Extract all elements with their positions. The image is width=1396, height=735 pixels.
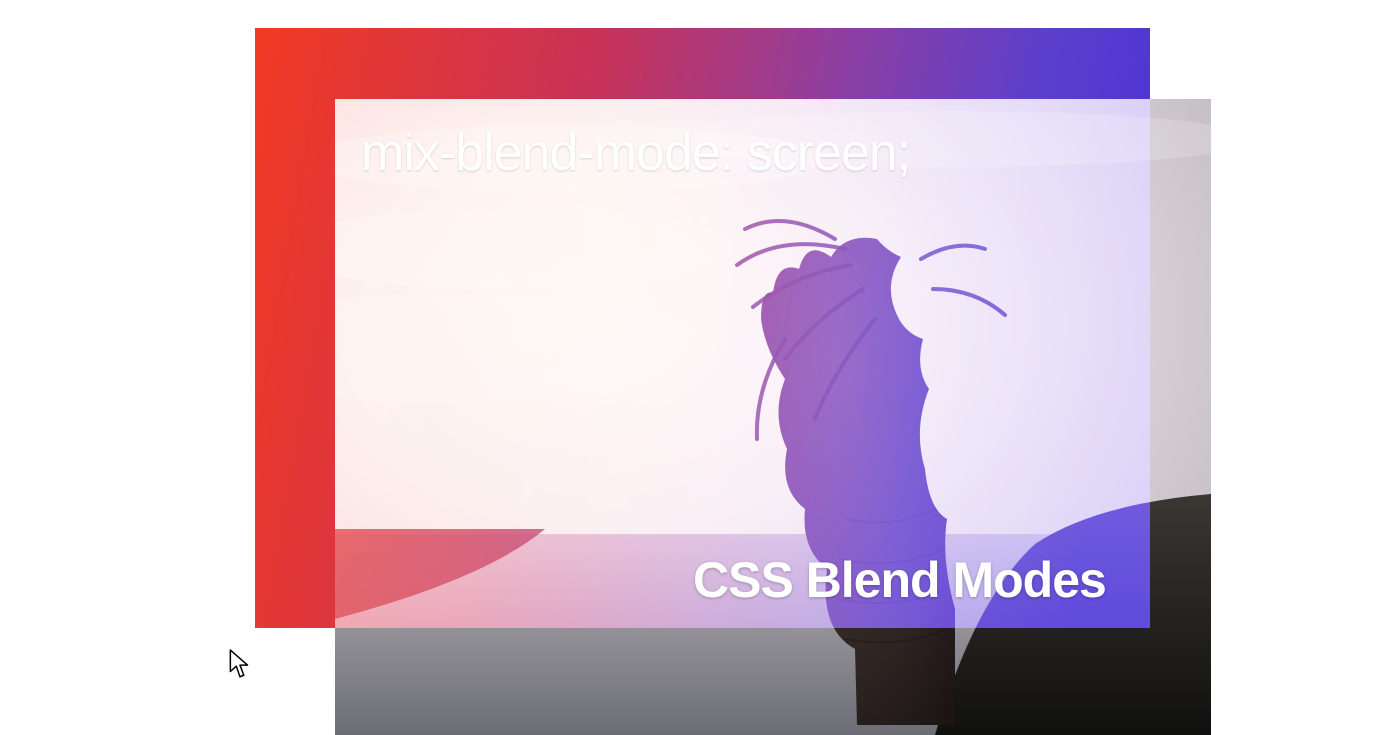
cursor-pointer-icon (229, 649, 251, 679)
demo-title: CSS Blend Modes (693, 553, 1106, 608)
blend-mode-code-label: mix-blend-mode: screen; (361, 125, 910, 182)
gradient-rectangle (255, 28, 1150, 628)
demo-stage: mix-blend-mode: screen; CSS Blend Modes (0, 0, 1396, 735)
